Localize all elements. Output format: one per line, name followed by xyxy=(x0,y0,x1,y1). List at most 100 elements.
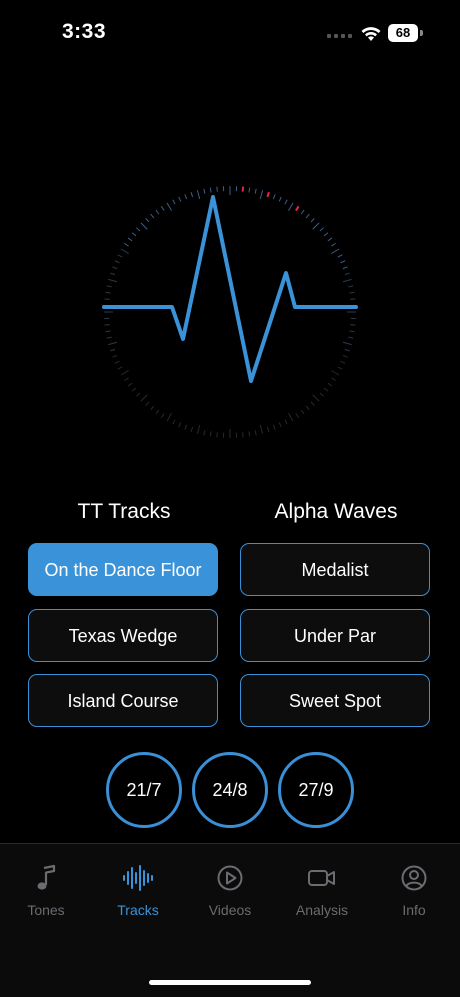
music-note-icon xyxy=(34,864,58,892)
dial-tick xyxy=(301,210,304,214)
alpha-waves-title: Alpha Waves xyxy=(240,500,432,524)
dial-tick xyxy=(191,192,193,197)
track-button-texas-wedge[interactable]: Texas Wedge xyxy=(28,609,218,662)
dial-tick xyxy=(341,361,346,363)
dial-tick xyxy=(210,432,211,437)
ratio-button-21-7[interactable]: 21/7 xyxy=(106,752,182,828)
dial-tick xyxy=(279,423,281,428)
dial-tick xyxy=(267,192,269,197)
dial-tick xyxy=(311,218,314,222)
dial-tick xyxy=(106,292,111,293)
video-camera-icon xyxy=(307,866,337,890)
dial-tick xyxy=(191,427,193,432)
dial-tick xyxy=(204,189,205,194)
dial-tick xyxy=(185,194,187,199)
alpha-button-sweet-spot[interactable]: Sweet Spot xyxy=(240,674,430,727)
dial-tick xyxy=(306,214,309,218)
status-time: 3:33 xyxy=(62,20,106,44)
tab-analysis[interactable]: Analysis xyxy=(276,862,368,918)
dial-ticks xyxy=(104,186,356,438)
heartbeat-waveform xyxy=(104,197,356,381)
ratio-button-24-8[interactable]: 24/8 xyxy=(192,752,268,828)
dial-tick xyxy=(350,331,355,332)
dial-tick xyxy=(289,203,294,211)
dial-tick xyxy=(197,425,199,434)
dial-tick xyxy=(146,402,149,406)
waveform-dial xyxy=(90,172,370,452)
tab-tracks[interactable]: Tracks xyxy=(92,862,184,918)
person-circle-icon xyxy=(400,864,428,892)
dial-tick xyxy=(273,194,275,199)
dial-tick xyxy=(108,342,117,344)
dial-tick xyxy=(243,432,244,437)
tab-info[interactable]: Info xyxy=(368,862,460,918)
ratio-button-27-9[interactable]: 27/9 xyxy=(278,752,354,828)
dial-tick xyxy=(121,249,129,254)
dial-tick xyxy=(151,406,154,410)
dial-tick xyxy=(173,200,175,204)
dial-tick xyxy=(185,425,187,430)
dial-tick xyxy=(112,355,117,357)
dial-tick xyxy=(348,286,353,287)
dial-tick xyxy=(146,218,149,222)
dial-tick xyxy=(343,279,352,281)
dial-tick xyxy=(345,273,350,275)
dial-tick xyxy=(115,361,120,363)
dial-tick xyxy=(255,430,256,435)
dial-tick xyxy=(260,190,262,199)
dial-tick xyxy=(156,410,159,414)
dial-tick xyxy=(151,214,154,218)
dial-tick xyxy=(348,337,353,338)
track-button-on-the-dance-floor[interactable]: On the Dance Floor xyxy=(28,543,218,596)
dial-tick xyxy=(285,200,287,204)
dial-tick xyxy=(249,188,250,193)
home-indicator xyxy=(149,980,311,985)
dial-tick xyxy=(141,223,147,229)
dial-tick xyxy=(106,331,111,332)
tab-label: Info xyxy=(368,902,460,918)
dial-tick xyxy=(124,378,128,381)
dial-tick xyxy=(136,228,140,231)
tab-label: Analysis xyxy=(276,902,368,918)
dial-tick xyxy=(350,325,355,326)
dial-tick xyxy=(161,413,164,417)
alpha-button-medalist[interactable]: Medalist xyxy=(240,543,430,596)
dial-tick xyxy=(313,395,319,401)
dial-tick xyxy=(136,393,140,396)
cellular-signal-icon xyxy=(327,34,352,38)
dial-tick xyxy=(132,233,136,236)
play-circle-icon xyxy=(216,864,244,892)
dial-tick xyxy=(320,393,324,396)
alpha-button-under-par[interactable]: Under Par xyxy=(240,609,430,662)
dial-tick xyxy=(343,355,348,357)
dial-tick xyxy=(167,203,172,211)
dial-tick xyxy=(350,299,355,300)
dial-tick xyxy=(341,261,346,263)
dial-tick xyxy=(324,388,328,391)
tab-label: Videos xyxy=(184,902,276,918)
tab-label: Tones xyxy=(0,902,92,918)
dial-tick xyxy=(105,325,110,326)
dial-tick xyxy=(118,255,122,257)
dial-tick xyxy=(306,406,309,410)
dial-tick xyxy=(279,197,281,202)
tab-tones[interactable]: Tones xyxy=(0,862,92,918)
status-bar: 3:33 68 xyxy=(0,0,460,70)
dial-tick xyxy=(108,279,117,281)
dial-tick xyxy=(161,206,164,210)
dial-tick xyxy=(267,427,269,432)
dial-tick xyxy=(338,255,342,257)
dial-tick xyxy=(313,223,319,229)
dial-tick xyxy=(328,383,332,386)
dial-tick xyxy=(128,238,132,241)
dial-tick xyxy=(179,197,181,202)
dial-tick xyxy=(105,299,110,300)
dial-tick xyxy=(331,249,339,254)
dial-tick xyxy=(217,187,218,192)
dial-tick xyxy=(285,420,287,424)
dial-tick xyxy=(132,388,136,391)
tab-videos[interactable]: Videos xyxy=(184,862,276,918)
battery-icon: 68 xyxy=(388,24,418,42)
track-button-island-course[interactable]: Island Course xyxy=(28,674,218,727)
tab-label: Tracks xyxy=(92,902,184,918)
